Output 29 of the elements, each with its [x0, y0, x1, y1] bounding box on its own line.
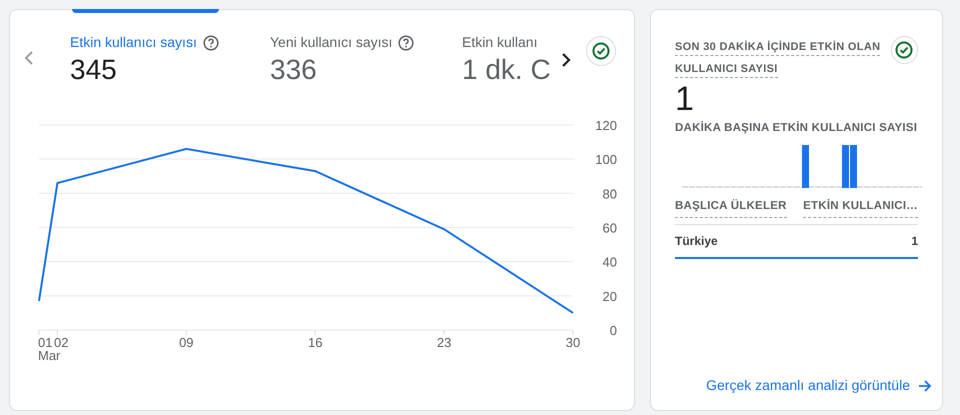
- realtime-user-count: 1: [675, 80, 695, 118]
- x-tick-label: 02: [54, 335, 68, 350]
- x-tick-label: 16: [308, 335, 322, 350]
- y-tick-label: 0: [610, 323, 617, 338]
- check-status-icon[interactable]: [890, 36, 918, 64]
- y-tick-label: 120: [595, 118, 617, 133]
- metric-tab[interactable]: Etkin kullanıcı sayısı 345: [70, 32, 270, 87]
- realtime-title: SON 30 DAKİKA İÇİNDE ETKİN OLAN KULLANICI SAYISI: [675, 36, 891, 80]
- realtime-report-link[interactable]: Gerçek zamanlı analizi görüntüle: [706, 375, 932, 396]
- x-tick-label: 01: [38, 335, 52, 350]
- y-tick-label: 60: [602, 220, 617, 236]
- y-tick-label: 100: [595, 152, 617, 168]
- column-header[interactable]: BAŞLICA ÜLKELER: [675, 198, 787, 218]
- x-tick-label: 23: [436, 335, 452, 350]
- month-label: Mar: [38, 348, 60, 363]
- arrow-right-icon: [918, 378, 932, 392]
- y-tick-label: 80: [602, 186, 617, 202]
- help-icon[interactable]: [202, 34, 219, 50]
- metric-tab[interactable]: Yeni kullanıcı sayısı 336: [270, 32, 462, 87]
- x-tick-label: 30: [566, 335, 580, 350]
- per-minute-title: DAKİKA BAŞINA ETKİN KULLANICI SAYISI: [675, 120, 918, 136]
- table-row[interactable]: Türkiye 1: [675, 225, 918, 260]
- metric-tab[interactable]: Etkin kullanı 1 dk. C: [462, 32, 558, 87]
- x-tick-label: 09: [179, 335, 194, 350]
- y-tick-label: 40: [602, 254, 617, 270]
- y-tick-label: 20: [602, 288, 617, 304]
- check-status-icon[interactable]: [586, 36, 616, 66]
- column-header[interactable]: ETKİN KULLANICI…: [803, 198, 918, 218]
- help-icon[interactable]: [398, 34, 414, 50]
